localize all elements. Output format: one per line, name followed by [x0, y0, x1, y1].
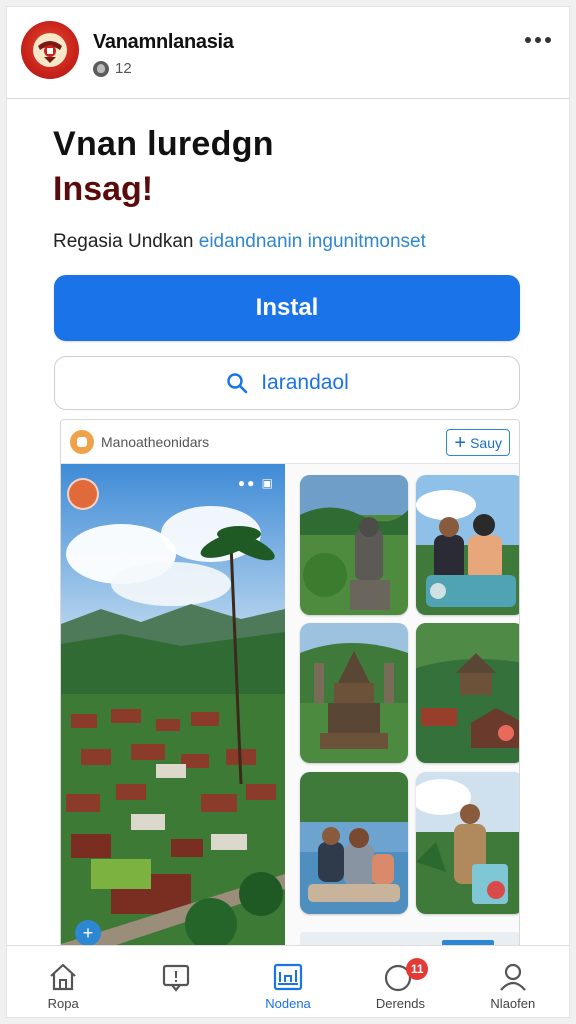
nav-chat[interactable]: [119, 946, 231, 1017]
profile-icon: [499, 963, 526, 991]
nav-home[interactable]: Ropa: [7, 946, 119, 1017]
village-image: [416, 623, 519, 763]
page-title-line2: Insag!: [53, 170, 154, 208]
install-button[interactable]: Instal: [54, 275, 520, 341]
preview-app-title: Manoatheonidars: [101, 434, 210, 450]
add-fab-button[interactable]: +: [75, 920, 101, 946]
search-button[interactable]: Iarandaol: [54, 356, 520, 410]
preview-toolbar: Manoatheonidars + Sauy: [61, 420, 519, 464]
nav-home-label: Ropa: [47, 996, 79, 1011]
notification-badge: 11: [406, 958, 429, 980]
nav-profile-label: Nlaofen: [490, 996, 536, 1011]
page-title-line1: Vnan luredgn: [53, 125, 274, 163]
chart-icon: [273, 963, 303, 991]
people-image: [416, 475, 519, 615]
nav-profile[interactable]: Nlaofen: [457, 946, 569, 1017]
temple-image: [300, 623, 408, 763]
thumbnail-village-roofs[interactable]: [416, 623, 519, 763]
subtitle-link[interactable]: eidandnanin ingunitmonset: [199, 231, 426, 252]
save-button-label: Sauy: [470, 434, 502, 451]
village-landscape-photo[interactable]: ●● ▣ +: [61, 464, 285, 958]
landscape-image: [61, 464, 285, 958]
app-preview: Manoatheonidars + Sauy ●● ▣ +: [60, 419, 520, 959]
dot-icon: [535, 37, 541, 43]
subtitle-text: Regasia Undkan: [53, 231, 199, 252]
chat-icon: [162, 964, 189, 992]
family-image: [300, 772, 408, 914]
nav-stats-label: Nodena: [265, 996, 311, 1011]
dot-icon: [525, 37, 531, 43]
page-subtitle: Regasia Undkan eidandnanin ingunitmonset: [53, 231, 426, 253]
globe-icon: [93, 60, 109, 77]
thumbnail-people-boat[interactable]: [416, 475, 519, 615]
plus-icon: +: [454, 431, 467, 454]
home-icon: [50, 963, 76, 991]
account-avatar[interactable]: [21, 21, 79, 79]
search-icon: [227, 373, 248, 394]
nav-stats[interactable]: Nodena: [232, 946, 344, 1017]
app-logo-icon: [70, 430, 94, 454]
account-name[interactable]: Vanamnlanasia: [93, 31, 234, 54]
more-options-button[interactable]: [525, 37, 551, 43]
header: Vanamnlanasia 12: [7, 7, 569, 99]
thumbnail-temple[interactable]: [300, 623, 408, 763]
save-button[interactable]: + Sauy: [446, 429, 510, 456]
nav-notifications[interactable]: 11 Derends: [344, 946, 456, 1017]
dot-icon: [545, 37, 551, 43]
account-meta: 12: [93, 60, 132, 77]
search-button-label: Iarandaol: [261, 371, 349, 394]
status-icons: ●● ▣: [237, 476, 275, 490]
statue-image: [300, 475, 408, 615]
app-frame: Vanamnlanasia 12 Vnan luredgn Insag! Reg…: [6, 6, 570, 1018]
thumbnail-vendor[interactable]: [416, 772, 519, 914]
bottom-navigation: Ropa Nodena 11 Derends Nlaofen: [7, 945, 569, 1017]
thumbnail-statue[interactable]: [300, 475, 408, 615]
thumbnail-family[interactable]: [300, 772, 408, 914]
garuda-emblem-icon: [33, 33, 67, 67]
follower-count: 12: [115, 60, 132, 77]
vendor-image: [416, 772, 519, 914]
nav-notifications-label: Derends: [375, 996, 425, 1011]
photo-badge-button[interactable]: [67, 478, 99, 510]
